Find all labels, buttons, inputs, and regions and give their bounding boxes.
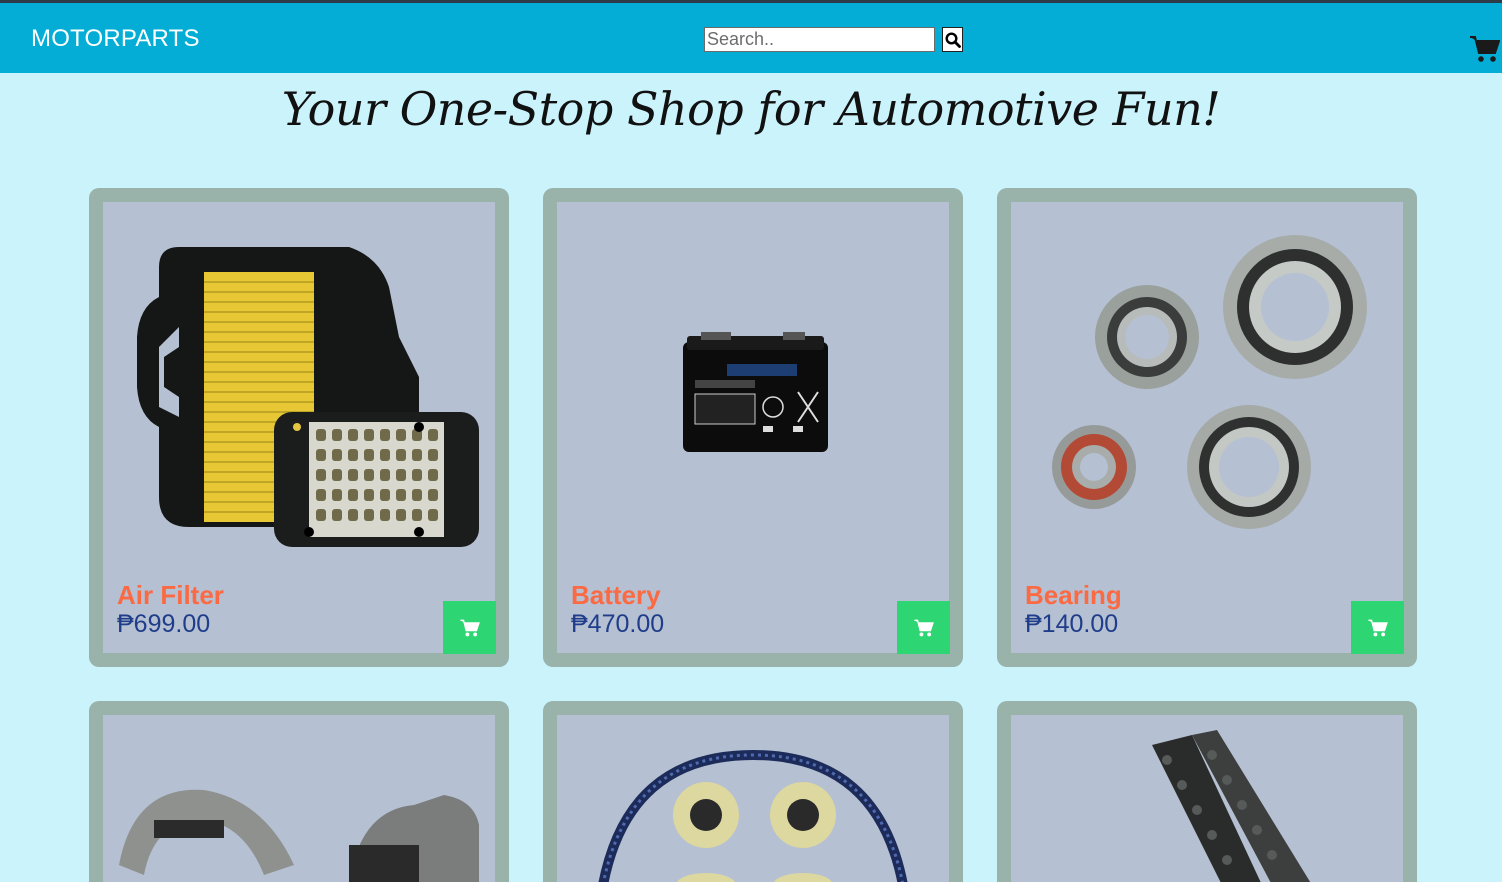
product-card (543, 701, 963, 882)
product-price: ₱699.00 (117, 610, 211, 638)
product-image-drive-belt[interactable] (557, 715, 949, 882)
product-image-bearing[interactable] (1011, 202, 1403, 572)
search-button[interactable] (942, 27, 963, 52)
product-card-body (1011, 715, 1403, 882)
cart-icon (1367, 619, 1388, 636)
bearing-image (1052, 235, 1367, 529)
cart-button[interactable] (1470, 35, 1501, 65)
brake-shoe-image (119, 789, 479, 882)
drive-belt-image (598, 749, 908, 882)
product-name[interactable]: Battery (571, 580, 661, 611)
product-card-body: Air Filter ₱699.00 (103, 202, 496, 654)
top-navbar: MOTORPARTS (0, 0, 1502, 73)
battery-image (683, 332, 828, 452)
add-to-cart-button[interactable] (443, 601, 496, 654)
air-filter-image (137, 247, 479, 547)
product-card: Bearing ₱140.00 (997, 188, 1417, 667)
product-image-battery[interactable] (557, 202, 949, 572)
chain-image (1152, 730, 1311, 882)
add-to-cart-button[interactable] (897, 601, 950, 654)
product-card: Air Filter ₱699.00 (89, 188, 509, 667)
add-to-cart-button[interactable] (1351, 601, 1404, 654)
cart-icon (913, 619, 934, 636)
product-price: ₱470.00 (571, 610, 665, 638)
cart-icon (459, 619, 480, 636)
product-name[interactable]: Air Filter (117, 580, 224, 611)
cart-icon (1470, 36, 1501, 62)
product-image-brake-shoe[interactable] (103, 715, 495, 882)
product-card: Battery ₱470.00 (543, 188, 963, 667)
product-price: ₱140.00 (1025, 610, 1119, 638)
brand-logo[interactable]: MOTORPARTS (31, 25, 200, 53)
page-headline: Your One-Stop Shop for Automotive Fun! (281, 82, 1221, 136)
product-card-body: Battery ₱470.00 (557, 202, 950, 654)
product-image-air-filter[interactable] (103, 202, 495, 572)
product-card (997, 701, 1417, 882)
product-card-body (557, 715, 949, 882)
search-input[interactable] (704, 27, 935, 52)
product-card-body (103, 715, 495, 882)
product-card-body: Bearing ₱140.00 (1011, 202, 1404, 654)
product-name[interactable]: Bearing (1025, 580, 1122, 611)
product-card (89, 701, 509, 882)
product-image-chain[interactable] (1011, 715, 1403, 882)
search-icon (944, 31, 961, 48)
